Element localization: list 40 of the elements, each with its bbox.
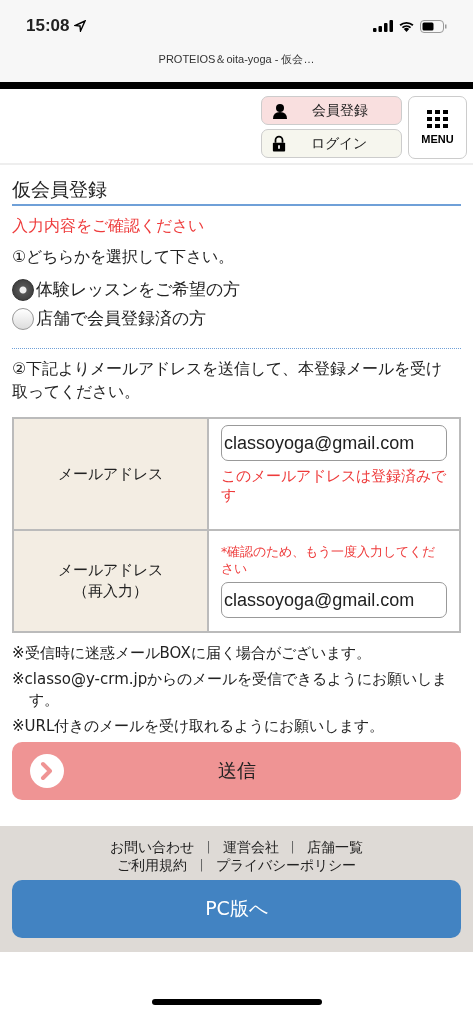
radio-button[interactable] xyxy=(12,278,34,301)
option-label: 体験レッスンをご希望の方 xyxy=(36,278,240,302)
note-text: ※受信時に迷惑メールBOXに届く場合がございます。 xyxy=(12,643,372,665)
login-button[interactable]: ログイン xyxy=(261,129,402,158)
wifi-icon xyxy=(398,20,415,32)
field-label-cell: メールアドレス xyxy=(13,418,208,531)
menu-button[interactable]: MENU xyxy=(408,96,467,159)
note-text: ※URL付きのメールを受け取れるようにお願いします。 xyxy=(12,716,386,738)
separator: | xyxy=(289,839,296,857)
signal-icon xyxy=(373,20,393,32)
footer-link[interactable]: プライバシーポリシー xyxy=(215,856,356,875)
instruction-text: ①どちらかを選択して下さい。 xyxy=(12,246,236,268)
person-icon xyxy=(272,102,288,119)
separator: | xyxy=(205,839,212,857)
footer-link[interactable]: 運営会社 xyxy=(222,838,279,857)
pc-version-button[interactable]: PC版へ xyxy=(12,880,461,939)
instruction-text: ②下記よりメールアドレスを送信して、本登録メールを受け取ってください。 xyxy=(12,358,444,403)
status-time: 15:08 xyxy=(26,16,70,36)
register-button[interactable]: 会員登録 xyxy=(261,96,402,125)
lock-icon xyxy=(272,135,286,152)
footer-link[interactable]: お問い合わせ xyxy=(110,838,195,857)
page-heading: 仮会員登録 xyxy=(12,177,461,206)
grid-icon xyxy=(426,110,449,128)
submit-button[interactable]: 送信 xyxy=(12,742,461,801)
email-field[interactable]: classoyoga@gmail.com xyxy=(221,425,447,462)
option-label: 店舗で会員登録済の方 xyxy=(36,307,206,331)
error-message: 入力内容をご確認ください xyxy=(12,216,205,237)
footer-link[interactable]: ご利用規約 xyxy=(117,856,188,875)
battery-icon xyxy=(420,19,447,33)
location-arrow-icon xyxy=(74,20,87,32)
separator: | xyxy=(198,857,205,875)
field-label-cell: メールアドレス （再入力） xyxy=(13,530,208,633)
hint-text: *確認のため、もう一度入力してください xyxy=(221,544,437,579)
field-error: このメールアドレスは登録済みです xyxy=(221,467,447,507)
chevron-icon xyxy=(30,754,64,789)
page-title: PROTEIOS＆oita-yoga - 仮会… xyxy=(158,52,315,67)
email-field[interactable]: classoyoga@gmail.com xyxy=(221,582,447,619)
footer-link[interactable]: 店舗一覧 xyxy=(306,838,363,857)
radio-button[interactable] xyxy=(12,307,34,330)
note-text: ※classo@y-crm.jpからのメールを受信できるようにお願いします。 xyxy=(12,669,449,712)
